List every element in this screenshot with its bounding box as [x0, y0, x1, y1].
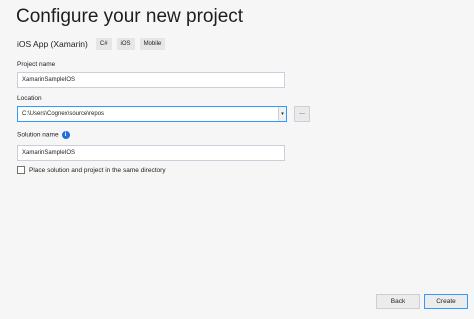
tag-ios: iOS — [116, 38, 135, 50]
project-name-label: Project name — [17, 61, 56, 68]
location-label: Location — [17, 95, 42, 102]
chevron-down-icon: ▾ — [281, 111, 284, 117]
tag-mobile: Mobile — [139, 38, 166, 50]
template-name: iOS App (Xamarin) — [17, 39, 88, 49]
tag-csharp: C# — [95, 38, 112, 50]
create-button[interactable]: Create — [424, 294, 468, 309]
solution-name-label-row: Solution name i — [17, 131, 70, 139]
same-directory-option[interactable]: Place solution and project in the same d… — [17, 166, 166, 174]
template-info: iOS App (Xamarin) C# iOS Mobile — [17, 38, 166, 50]
back-button[interactable]: Back — [376, 294, 420, 309]
solution-name-label: Solution name — [17, 131, 59, 139]
page-title: Configure your new project — [16, 6, 244, 27]
location-combobox[interactable]: C:\Users\Cognex\source\repos — [17, 106, 287, 122]
same-directory-label: Place solution and project in the same d… — [29, 166, 166, 174]
browse-button[interactable]: ... — [294, 106, 310, 122]
solution-name-input[interactable]: XamarinSampleIOS — [17, 145, 285, 161]
same-directory-checkbox[interactable] — [17, 166, 25, 174]
info-icon[interactable]: i — [61, 131, 70, 139]
project-name-input[interactable]: XamarinSampleIOS — [17, 72, 285, 88]
location-dropdown-button[interactable]: ▾ — [278, 107, 286, 121]
